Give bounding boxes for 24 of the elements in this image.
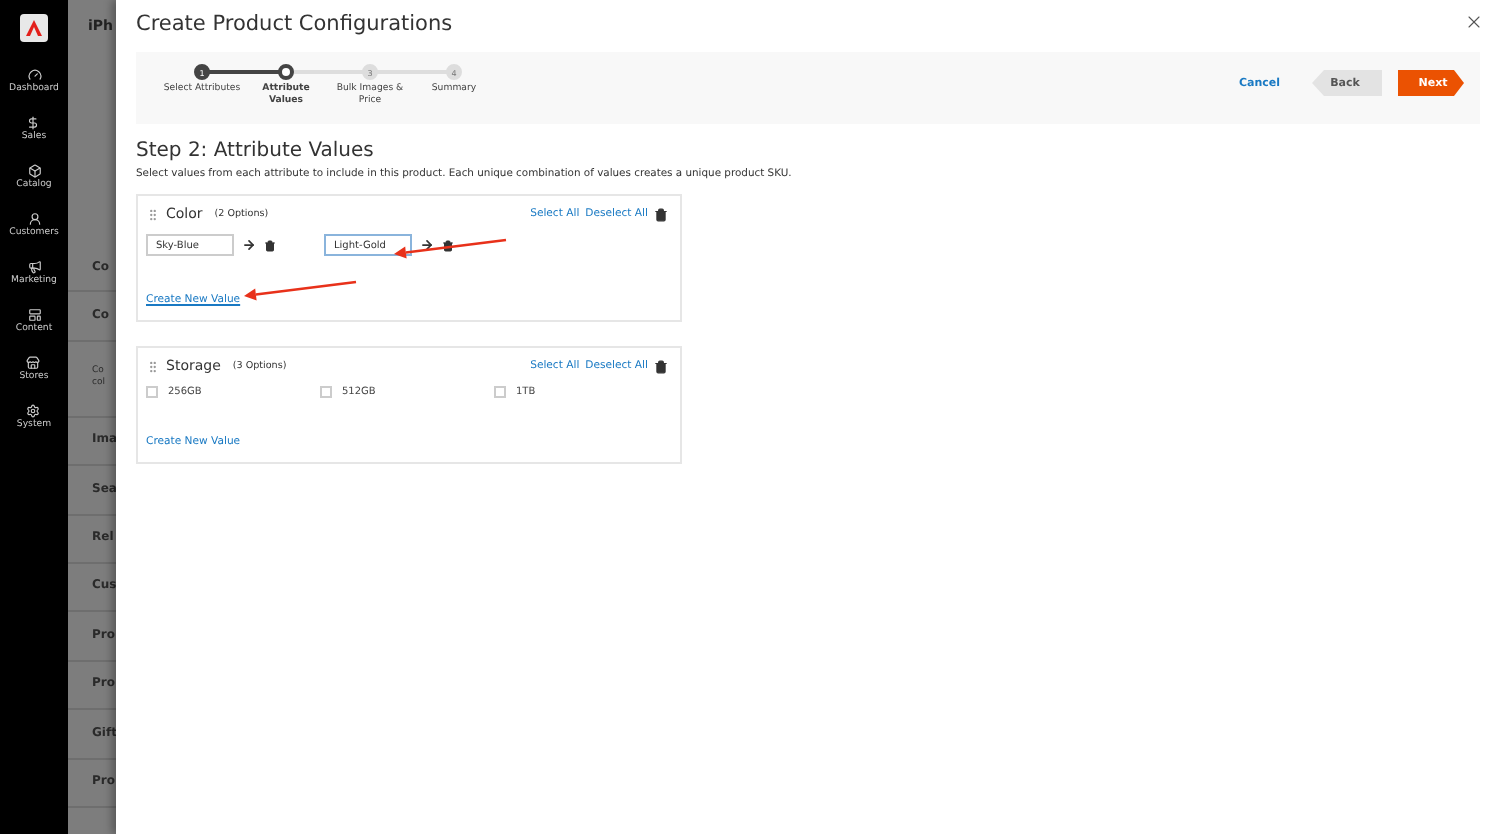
checkbox[interactable] (494, 386, 506, 398)
arrow-right-icon[interactable] (420, 238, 434, 252)
dollar-icon (26, 116, 41, 130)
dashboard-icon (27, 68, 41, 82)
delete-icon[interactable] (442, 239, 454, 251)
modal-title: Create Product Configurations (136, 12, 453, 36)
checkbox[interactable] (146, 386, 158, 398)
store-icon (26, 356, 41, 370)
arrow-right-icon[interactable] (242, 238, 256, 252)
checkbox[interactable] (320, 386, 332, 398)
delete-icon[interactable] (264, 239, 276, 251)
settings-icon (26, 404, 41, 418)
step-heading: Step 2: Attribute Values (136, 140, 376, 162)
logo[interactable] (20, 14, 48, 42)
arrow-annotation (394, 238, 507, 259)
user-icon (27, 212, 41, 226)
megaphone-icon (27, 260, 41, 274)
close-icon (1464, 12, 1484, 32)
delete-icon[interactable] (654, 207, 668, 221)
close-button[interactable] (1464, 12, 1484, 32)
delete-icon[interactable] (654, 359, 668, 373)
layout-icon (27, 308, 41, 322)
box-icon (27, 164, 41, 178)
arrow-annotation (244, 280, 357, 301)
